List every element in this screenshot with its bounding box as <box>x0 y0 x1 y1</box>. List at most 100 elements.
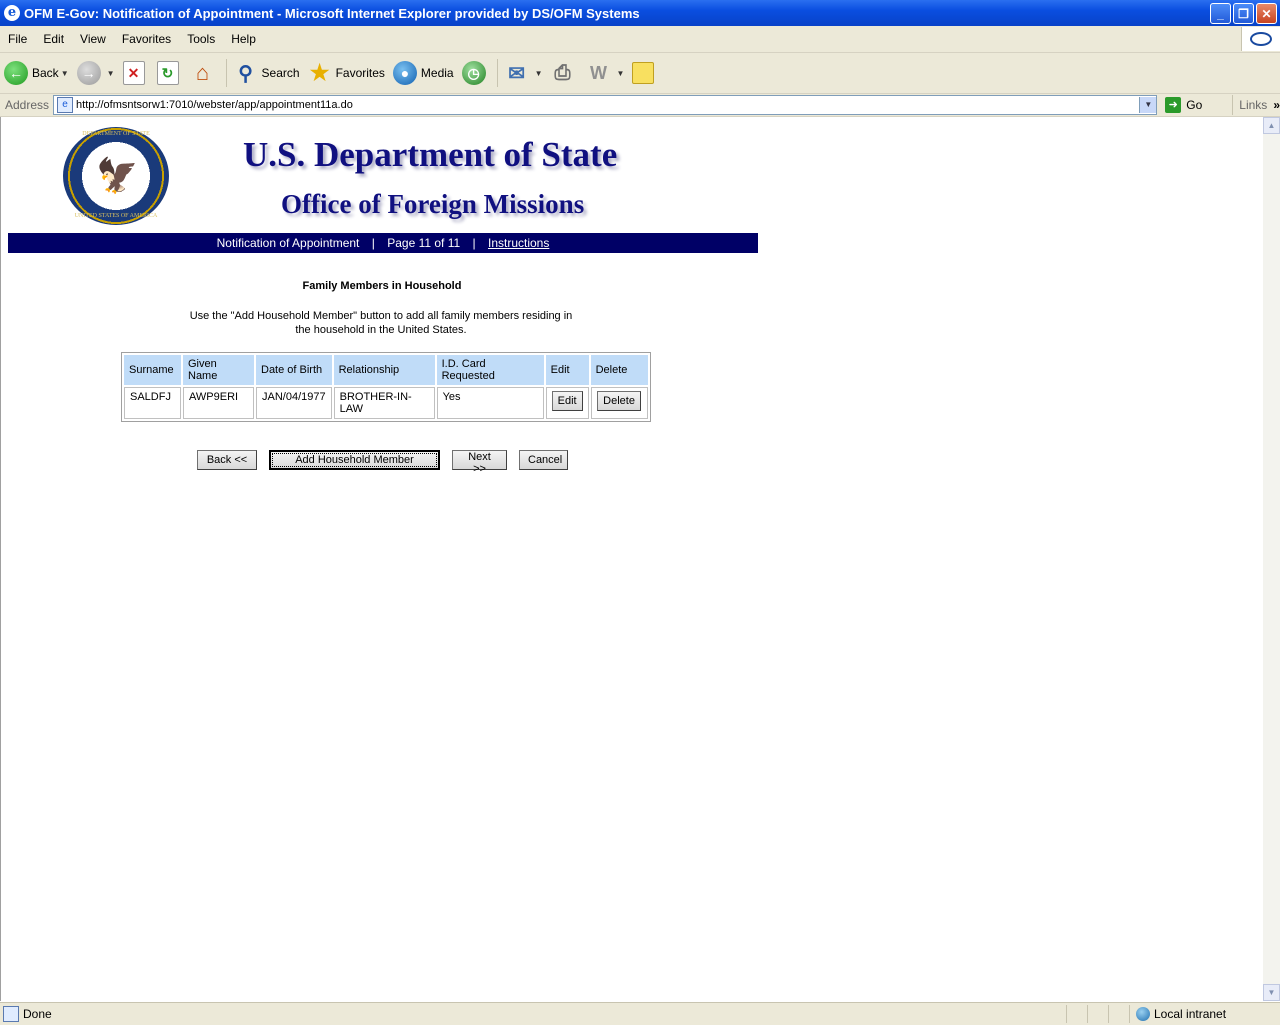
delete-member-button[interactable]: Delete <box>597 391 641 411</box>
sticky-note-icon <box>632 62 655 84</box>
forward-dropdown-icon[interactable]: ▼ <box>107 69 115 78</box>
scroll-down-icon[interactable]: ▼ <box>1263 984 1280 1001</box>
printer-icon: ⎙ <box>554 61 571 84</box>
back-page-button[interactable]: Back << <box>197 450 257 470</box>
form-navbar: Notification of Appointment | Page 11 of… <box>8 233 758 253</box>
col-given-name: Given Name <box>183 355 254 385</box>
menu-view[interactable]: View <box>72 32 114 46</box>
address-dropdown-icon[interactable]: ▼ <box>1139 97 1157 113</box>
links-toolbar[interactable]: Links » <box>1232 95 1280 115</box>
forward-arrow-icon: → <box>76 61 101 85</box>
stop-icon: ✕ <box>122 61 145 85</box>
minimize-button[interactable]: _ <box>1210 2 1231 24</box>
history-icon: ◷ <box>461 61 486 85</box>
seal-text-bottom: UNITED STATES OF AMERICA <box>74 213 158 219</box>
cell-surname: SALDFJ <box>124 387 181 419</box>
maximize-button[interactable]: ❐ <box>1233 2 1254 24</box>
edit-dropdown-icon[interactable]: ▼ <box>617 69 625 78</box>
vertical-scrollbar[interactable]: ▲ ▼ <box>1263 117 1280 1001</box>
menu-tools[interactable]: Tools <box>179 32 223 46</box>
cancel-button[interactable]: Cancel <box>519 450 568 470</box>
address-input[interactable]: e http://ofmsntsorw1:7010/webster/app/ap… <box>53 95 1158 115</box>
instructions-link[interactable]: Instructions <box>488 236 549 250</box>
address-label: Address <box>5 98 50 112</box>
menu-help[interactable]: Help <box>223 32 264 46</box>
next-page-button[interactable]: Next >> <box>452 450 507 475</box>
forward-button[interactable]: → ▼ <box>73 56 119 90</box>
go-arrow-icon: ➜ <box>1165 97 1182 113</box>
status-text: Done <box>23 1007 52 1021</box>
favorites-star-icon: ★ <box>309 60 330 85</box>
seal-text-top: DEPARTMENT OF STATE <box>82 131 150 137</box>
go-label: Go <box>1186 98 1203 112</box>
cell-id-card-requested: Yes <box>436 387 544 419</box>
media-label: Media <box>420 66 454 80</box>
page-subtitle: Office of Foreign Missions <box>281 189 585 219</box>
edit-button[interactable]: W ▼ <box>583 56 629 90</box>
ie-icon: e <box>4 5 20 21</box>
table-row: SALDFJ AWP9ERI JAN/04/1977 BROTHER-IN-LA… <box>124 387 648 419</box>
address-bar: Address e http://ofmsntsorw1:7010/webste… <box>0 94 1280 117</box>
back-dropdown-icon[interactable]: ▼ <box>61 69 69 78</box>
back-button[interactable]: ← Back ▼ <box>0 56 73 90</box>
menu-file[interactable]: File <box>0 32 35 46</box>
mail-dropdown-icon[interactable]: ▼ <box>535 69 543 78</box>
col-id-card-requested: I.D. Card Requested <box>436 355 544 385</box>
eagle-icon: 🦅 <box>96 156 139 196</box>
col-date-of-birth: Date of Birth <box>256 355 332 385</box>
cell-edit: Edit <box>545 387 589 419</box>
page-viewport: DEPARTMENT OF STATE 🦅 UNITED STATES OF A… <box>0 117 1264 1001</box>
page-status-icon <box>3 1006 19 1022</box>
chevron-right-icon[interactable]: » <box>1273 98 1280 112</box>
go-button[interactable]: ➜ Go <box>1165 97 1202 113</box>
cell-delete: Delete <box>590 387 648 419</box>
refresh-icon: ↻ <box>156 61 179 85</box>
close-button[interactable]: ✕ <box>1256 2 1277 24</box>
col-surname: Surname <box>124 355 181 385</box>
scroll-up-icon[interactable]: ▲ <box>1263 117 1280 134</box>
nav-separator: | <box>472 236 476 250</box>
cell-relationship: BROTHER-IN-LAW <box>333 387 435 419</box>
page-indicator: Page 11 of 11 <box>387 236 461 250</box>
edit-member-button[interactable]: Edit <box>551 391 583 411</box>
add-household-member-button[interactable]: Add Household Member <box>269 450 440 470</box>
search-label: Search <box>261 66 300 80</box>
status-bar: Done Local intranet <box>0 1002 1280 1025</box>
zone-label: Local intranet <box>1154 1007 1227 1021</box>
address-url[interactable]: http://ofmsntsorw1:7010/webster/app/appo… <box>76 99 1139 111</box>
col-delete: Delete <box>590 355 648 385</box>
form-name: Notification of Appointment <box>216 236 360 250</box>
back-arrow-icon: ← <box>4 61 28 85</box>
household-members-table: Surname Given Name Date of Birth Relatio… <box>121 352 651 422</box>
col-edit: Edit <box>545 355 589 385</box>
print-button[interactable]: ⎙ <box>547 56 583 90</box>
links-label: Links <box>1239 98 1268 112</box>
table-header-row: Surname Given Name Date of Birth Relatio… <box>124 355 648 385</box>
history-button[interactable]: ◷ <box>458 56 494 90</box>
note-button[interactable] <box>628 56 662 90</box>
state-department-seal: DEPARTMENT OF STATE 🦅 UNITED STATES OF A… <box>63 127 169 225</box>
mail-button[interactable]: ✉ ▼ <box>501 56 547 90</box>
media-globe-icon: ● <box>392 61 417 85</box>
back-label: Back <box>32 66 59 80</box>
cell-date-of-birth: JAN/04/1977 <box>256 387 332 419</box>
section-instructions: Use the "Add Household Member" button to… <box>189 310 573 336</box>
stop-button[interactable]: ✕ <box>119 56 153 90</box>
favorites-label: Favorites <box>335 66 385 80</box>
refresh-button[interactable]: ↻ <box>153 56 187 90</box>
media-button[interactable]: ● Media <box>389 56 458 90</box>
search-button[interactable]: ⚲ Search <box>230 56 304 90</box>
menu-bar: File Edit View Favorites Tools Help <box>0 26 1280 53</box>
section-title: Family Members in Household <box>302 280 462 292</box>
col-relationship: Relationship <box>333 355 435 385</box>
home-button[interactable]: ⌂ <box>187 56 223 90</box>
home-icon: ⌂ <box>195 60 210 85</box>
throbber <box>1241 27 1280 51</box>
favorites-button[interactable]: ★ Favorites <box>304 56 389 90</box>
menu-edit[interactable]: Edit <box>35 32 72 46</box>
page-title: U.S. Department of State <box>243 135 618 174</box>
mail-icon: ✉ <box>508 62 525 85</box>
nav-separator: | <box>371 236 375 250</box>
menu-favorites[interactable]: Favorites <box>114 32 179 46</box>
security-zone: Local intranet <box>1129 1005 1280 1023</box>
